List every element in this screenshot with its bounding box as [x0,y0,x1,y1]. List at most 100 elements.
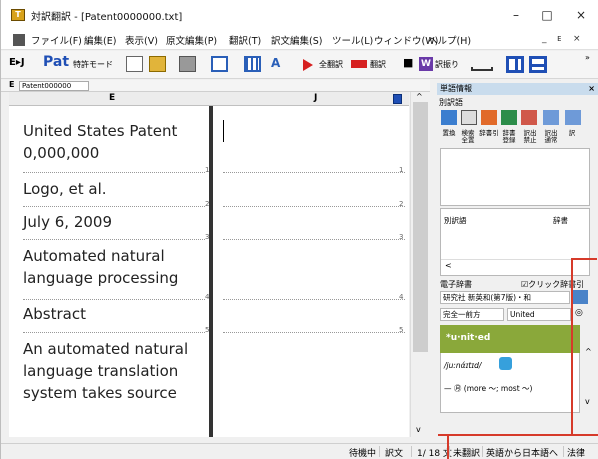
menu-source-edit[interactable]: 原文編集(P) [166,33,217,47]
space-icon[interactable] [471,67,493,71]
translation-direction-button[interactable]: E▸J [9,57,25,68]
alt-word-list[interactable]: 別訳語 辞書 < [440,208,591,276]
split-vertical-bar [515,59,518,70]
layout-icon[interactable] [211,56,228,72]
block-translation-icon[interactable] [521,110,537,125]
patent-mode-label[interactable]: 特許モード [73,59,113,70]
scroll-up-icon[interactable]: ^ [416,92,423,101]
close-button[interactable]: × [563,4,598,26]
scroll-down-icon[interactable]: v [416,425,421,434]
menu-tools[interactable]: ツール(L) [332,33,373,47]
maximize-button[interactable]: □ [529,4,565,26]
dictionary-icon[interactable] [573,290,588,304]
highlight-frame-top [438,434,598,436]
entry-scroll-down-icon[interactable]: v [585,397,590,406]
segment-divider [23,239,205,240]
panel-title-label: 単語情報 [440,84,472,93]
play-audio-icon[interactable] [499,357,512,370]
stop-button[interactable]: ■ [403,56,413,69]
list-scroll-left-icon[interactable]: < [445,261,452,270]
open-folder-icon[interactable] [149,56,166,72]
word-icon[interactable]: W [419,57,433,71]
mdi-minimize-button[interactable]: _ [542,34,547,44]
entry-scrollbar[interactable]: ^ v [582,325,595,413]
segment-line: An automated natural [23,340,189,358]
menu-help[interactable]: ヘルプ(H) [428,33,471,47]
split-vertical-icon[interactable] [506,56,524,73]
source-segment-2[interactable]: Logo, et al. [23,178,203,200]
status-divider [379,446,380,457]
replace-icon[interactable] [441,110,457,125]
segment-line: 0,000,000 [23,144,100,162]
source-column-header[interactable]: E [109,93,115,103]
click-lookup-checkbox[interactable]: ☑クリック辞書引 [521,279,584,290]
match-mode-select[interactable]: 完全一前方 [440,308,504,321]
translation-extra-icon[interactable] [565,110,581,125]
mdi-close-button[interactable]: × [573,34,581,44]
status-bar: 待機中 訳文 1/ 18 文 未翻訳 英語から日本語へ 法律 [1,443,598,459]
segment-divider [23,299,205,300]
translate-arrow-icon[interactable] [351,60,367,68]
panel-close-icon[interactable]: × [588,83,595,95]
status-divider [482,446,483,457]
menu-target-edit[interactable]: 訳文編集(S) [271,33,322,47]
status-state: 待機中 [349,449,377,459]
source-segment-6[interactable]: An automated natural language translatio… [23,338,203,404]
translate-button[interactable]: 翻訳 [370,59,386,70]
source-segment-4[interactable]: Automated natural language processing [23,245,203,289]
segment-divider-target [223,332,405,333]
mdi-restore-button[interactable]: ᴇ [557,34,561,44]
scrollbar-thumb[interactable] [413,102,428,352]
menu-file[interactable]: ファイル(F) [31,33,82,47]
segment-number-target: 4 [399,293,404,301]
dictionary-register-icon[interactable] [501,110,517,125]
columns-icon[interactable] [244,56,261,72]
vertical-scrollbar[interactable]: ^ v [410,92,430,437]
menu-view[interactable]: 表示(V) [125,33,158,47]
toolbar: E▸J Pat 特許モード A 全翻訳 翻訳 ■ W 訳振り » [1,51,598,79]
translate-play-icon[interactable] [303,59,313,71]
column-options-icon[interactable] [393,94,402,104]
window-title: 対訳翻訳 - [Patent0000000.txt] [31,12,183,23]
source-segment-1[interactable]: United States Patent 0,000,000 [23,120,203,164]
status-divider [449,446,450,457]
menu-translate[interactable]: 翻訳(T) [229,33,261,47]
segment-number-target: 5 [399,326,404,334]
dictionary-column-label: 辞書 [553,216,568,225]
entry-scroll-up-icon[interactable]: ^ [585,347,592,356]
print-icon[interactable] [179,56,196,72]
segment-number-target: 2 [399,200,404,208]
translate-all-button[interactable]: 全翻訳 [319,59,343,70]
font-icon[interactable]: A [271,56,288,72]
split-horizontal-bar [532,64,544,67]
dictionary-lookup-icon[interactable] [481,110,497,125]
new-file-icon[interactable] [126,56,143,72]
list-scroll-track [441,259,591,260]
dictionary-select[interactable]: 研究社 新英和(第7版)・和 [440,291,570,304]
status-translation-state: 未翻訳 [453,449,481,459]
split-horizontal-icon[interactable] [529,56,547,73]
alt-word-area[interactable] [440,148,590,206]
search-icon[interactable] [461,110,477,125]
toolbar-overflow-chevron-icon[interactable]: » [585,53,590,62]
doc-name-field[interactable]: Patent000000 [19,81,89,91]
source-segment-3[interactable]: July 6, 2009 [23,211,203,233]
app-icon: T [11,9,25,21]
normal-translation-icon[interactable] [543,110,559,125]
segment-divider [23,332,205,333]
column-separator[interactable] [209,106,213,437]
patent-logo-icon[interactable]: Pat [43,54,69,70]
menu-edit[interactable]: 編集(E) [84,33,116,47]
yakufuri-button[interactable]: 訳振り [435,59,459,70]
dictionary-entry[interactable]: /juːnάɪtɪd/ — ㊊ (more 〜; most 〜) [440,353,580,413]
headword: *u·nit·ed [446,333,491,343]
source-segment-5[interactable]: Abstract [23,303,203,325]
status-language-direction[interactable]: 英語から日本語へ [486,446,558,459]
status-field[interactable]: 法律 [567,446,585,459]
headword-banner: *u·nit·ed [440,325,580,353]
comparative-forms: — ㊊ (more 〜; most 〜) [444,384,533,393]
document-icon [13,34,25,46]
target-column-header[interactable]: J [314,93,317,103]
search-word-input[interactable]: United [507,308,571,321]
binoculars-icon[interactable]: ◎ [575,308,583,318]
